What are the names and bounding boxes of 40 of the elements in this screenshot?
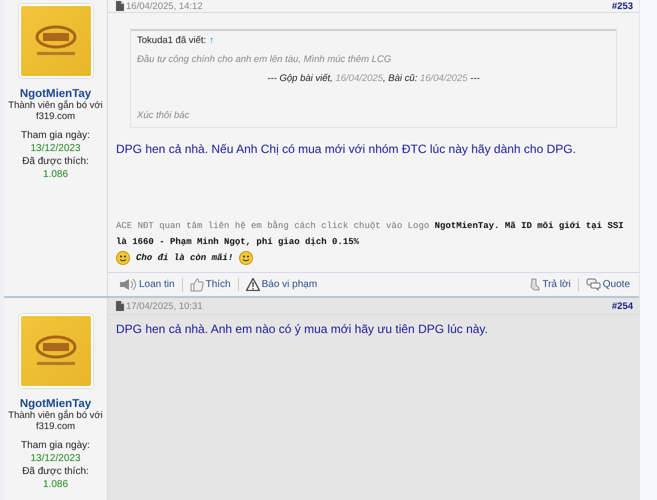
post-message: DPG hen cả nhà. Anh em nào có ý mua mới hãy ưu tiên DPG lúc này. (116, 322, 489, 336)
thumbs-up-icon (190, 278, 204, 292)
likes-label: Đã được thích: (22, 156, 89, 167)
post-date: 16/04/2025, 14:12 (116, 0, 203, 12)
like-link[interactable]: Thích (182, 278, 238, 292)
signature-text: ACE NĐT quan tâm liên hệ em bằng cách click chuột vào Logo NgotMienTay. Mã ID môi giới tại SSI là 1660 - Phạm Minh Ngọt, phí giao dịch 0.15% (116, 219, 625, 249)
smiley-icon (239, 251, 254, 265)
avatar-logo-drawing[interactable] (18, 314, 92, 388)
likes-count: 1.086 (42, 169, 68, 180)
join-date: 13/12/2023 (30, 143, 81, 154)
document-icon (116, 1, 124, 11)
user-rank: Thành viên gắn bó với f319.com (7, 100, 104, 122)
join-date: 13/12/2023 (30, 453, 81, 464)
post-message: DPG hen cả nhà. Nếu Anh Chị có mua mới với nhóm ĐTC lúc này hãy dành cho DPG. (116, 142, 577, 156)
quote-link[interactable]: Quote (578, 278, 638, 291)
join-date-label: Tham gia ngày: (21, 440, 90, 451)
post-number-link[interactable]: #254 (612, 300, 634, 312)
megaphone-icon (119, 278, 137, 291)
username-link[interactable]: NgotMienTay (20, 398, 92, 410)
report-link[interactable]: Báo vi phạm (238, 278, 324, 291)
likes-count: 1.086 (42, 479, 68, 490)
join-date-label: Tham gia ngày: (21, 130, 90, 141)
likes-label: Đã được thích: (22, 466, 89, 477)
avatar-logo-drawing[interactable] (18, 4, 92, 78)
reply-link[interactable]: Trả lời (523, 278, 578, 291)
quote-text: Xúc thôi bác (137, 110, 190, 121)
username-link[interactable]: NgotMienTay (20, 88, 92, 100)
speech-bubbles-icon (586, 278, 601, 291)
quote-text: Đầu tư công chính cho anh em lên tàu, Mình múc thêm LCG (137, 54, 392, 65)
jump-to-post-link[interactable]: ↑ (209, 35, 214, 46)
user-rank: Thành viên gắn bó với f319.com (7, 410, 104, 432)
quote-author: Tokuda1 đã viết: (137, 35, 206, 46)
post-number-link[interactable]: #253 (612, 0, 634, 12)
document-icon (116, 301, 124, 311)
warning-icon (246, 278, 260, 291)
merge-note: --- Gộp bài viết, 16/04/2025, Bài cũ: 16/04/2025 --- (266, 73, 481, 84)
post-date: 17/04/2025, 10:31 (116, 300, 203, 312)
share-link[interactable]: Loan tin (112, 278, 182, 291)
signature-motto: Cho đi là còn mãi! (136, 252, 234, 265)
smiley-icon (116, 251, 130, 265)
